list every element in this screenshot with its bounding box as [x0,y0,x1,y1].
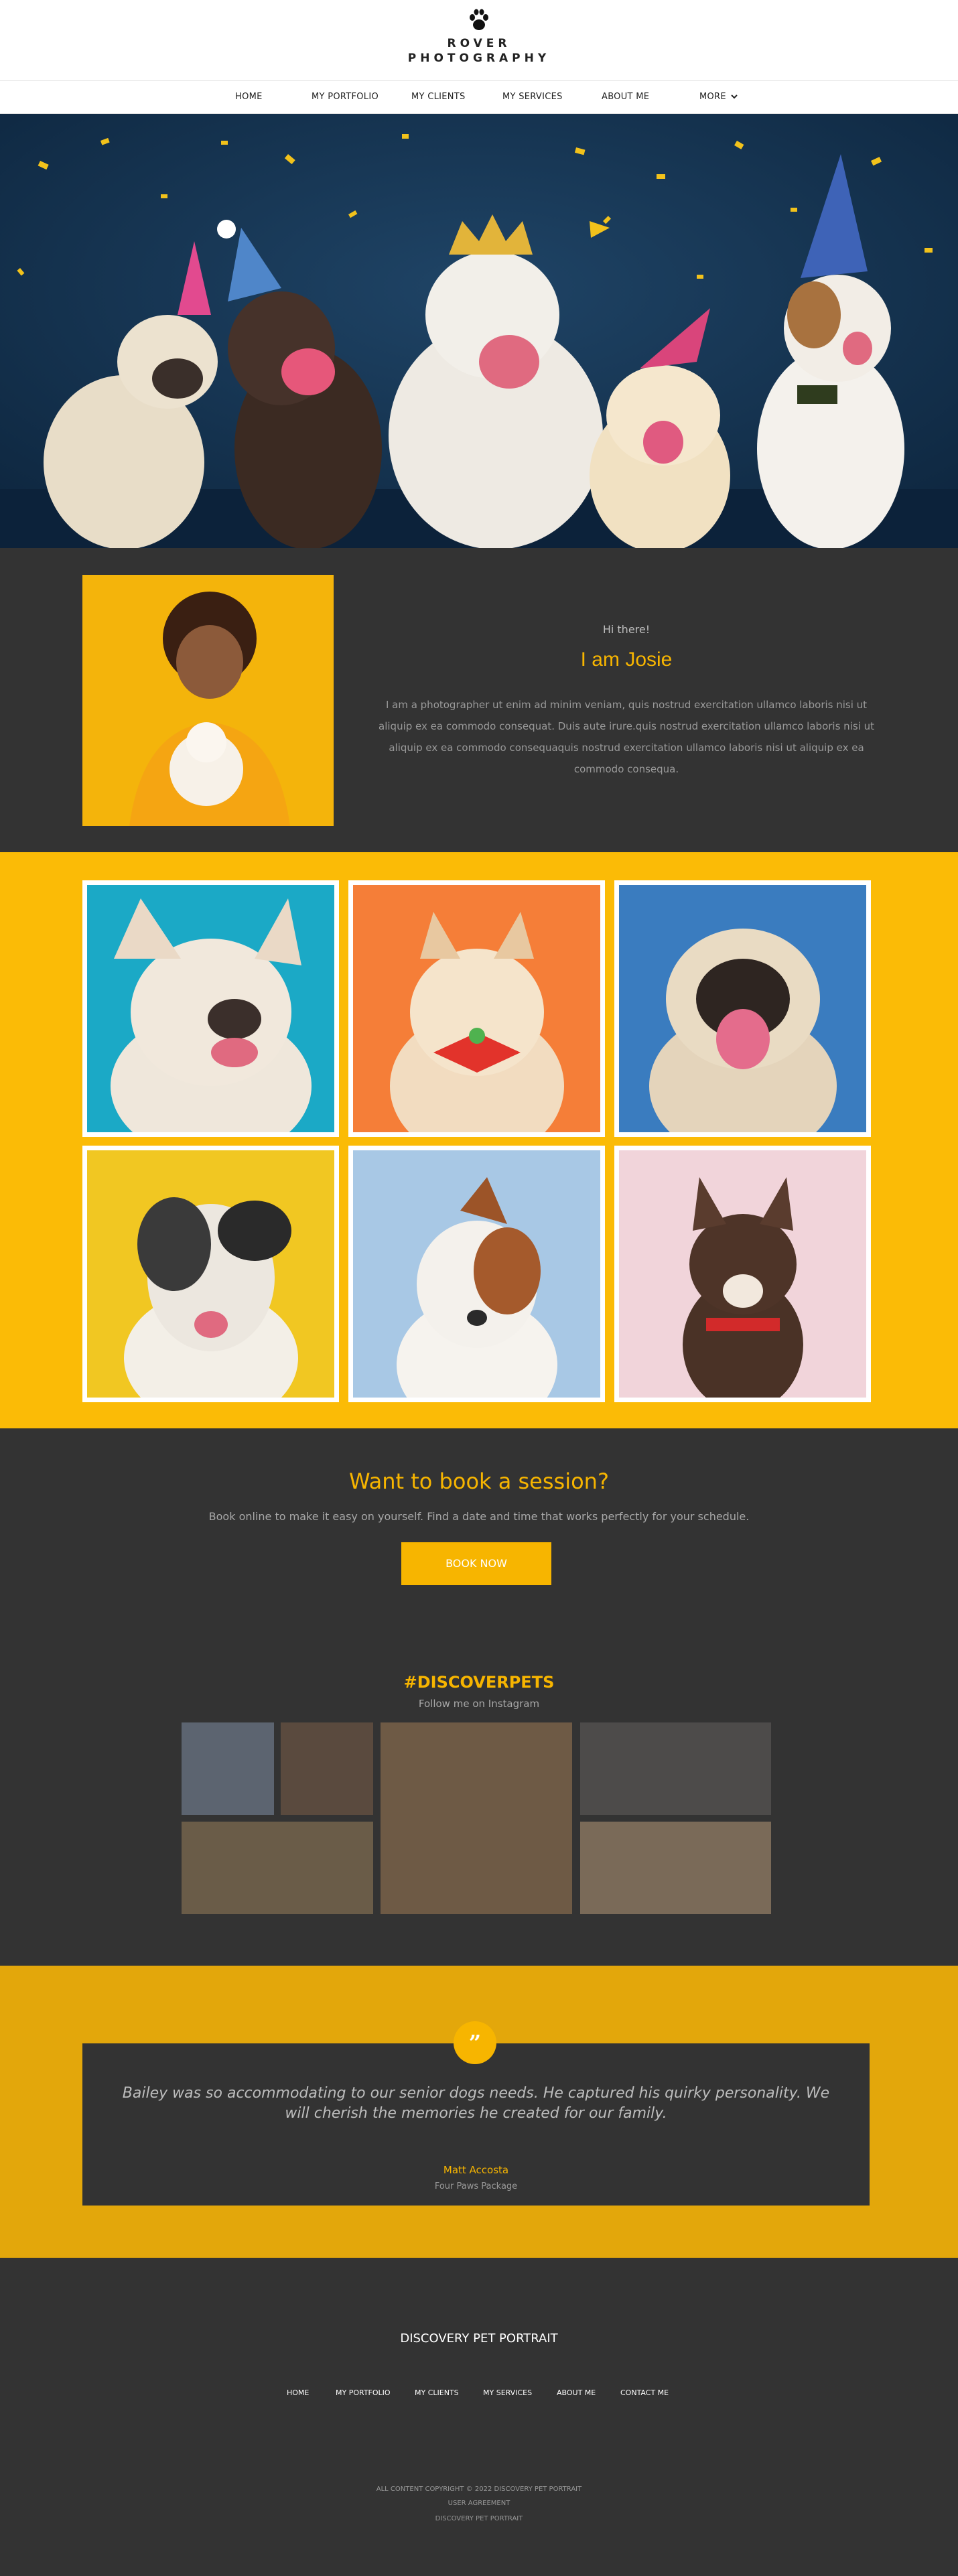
testimonial-package: Four Paws Package [434,2181,518,2191]
footer-link-services[interactable]: MY SERVICES [483,2388,532,2397]
instagram-hashtag: #DISCOVERPETS [403,1673,555,1692]
gallery-tile-merle-dog[interactable] [82,1146,339,1402]
paw-print-icon [470,9,488,30]
gallery-tile-chihuahua[interactable] [614,1146,871,1402]
user-agreement-link[interactable]: USER AGREEMENT [0,2500,958,2507]
portfolio-gallery [0,852,958,1428]
hero-banner [0,114,958,548]
gallery-tile-french-bulldog[interactable] [82,880,339,1137]
instagram-post[interactable] [580,1822,771,1914]
booking-section: Want to book a session? Book online to m… [0,1428,958,1743]
footer-link-home[interactable]: HOME [287,2388,309,2397]
footer-brand: DISCOVERY PET PORTRAIT [400,2331,558,2346]
photographer-photo [82,575,334,826]
copyright-text: ALL CONTENT COPYRIGHT © 2022 DISCOVERY P… [376,2486,582,2493]
instagram-post[interactable] [182,1822,373,1914]
book-now-button[interactable]: BOOK NOW [401,1542,551,1585]
site-footer: DISCOVERY PET PORTRAIT HOME MY PORTFOLIO… [0,2258,958,2576]
footer-site-name: DISCOVERY PET PORTRAIT [435,2515,523,2522]
chevron-down-icon [731,94,738,99]
about-section: Hi there! I am Josie I am a photographer… [0,548,958,852]
nav-clients[interactable]: MY CLIENTS [411,92,466,102]
gallery-tile-jack-russell[interactable] [348,1146,605,1402]
testimonial-card: Bailey was so accommodating to our senio… [82,2043,870,2206]
nav-more[interactable]: MORE [699,92,738,102]
booking-heading: Want to book a session? [349,1469,609,1494]
quote-icon: ” [454,2021,496,2064]
booking-subtitle: Book online to make it easy on yourself.… [208,1510,750,1523]
instagram-post[interactable] [381,1722,572,1914]
gallery-tile-pomeranian[interactable] [348,880,605,1137]
footer-link-portfolio[interactable]: MY PORTFOLIO [336,2388,391,2397]
brand-line-1: ROVER [447,37,511,50]
testimonial-quote: Bailey was so accommodating to our senio… [122,2085,830,2122]
main-nav: HOME MY PORTFOLIO MY CLIENTS MY SERVICES… [0,80,958,114]
nav-services[interactable]: MY SERVICES [502,92,563,102]
nav-home[interactable]: HOME [235,92,263,102]
site-header: ROVER PHOTOGRAPHY [0,0,958,80]
about-bio: I am a photographer ut enim ad minim ven… [379,699,874,775]
party-dogs-image [0,114,958,548]
nav-more-label: MORE [699,92,726,102]
footer-link-contact[interactable]: CONTACT ME [620,2388,669,2397]
brand-line-2: PHOTOGRAPHY [407,52,551,65]
gallery-tile-pug[interactable] [614,880,871,1137]
testimonial-section: Bailey was so accommodating to our senio… [0,1966,958,2258]
greeting-text: Hi there! [602,623,651,636]
brand-logo[interactable]: ROVER PHOTOGRAPHY [0,7,958,66]
testimonial-author: Matt Accosta [443,2164,509,2176]
instagram-post[interactable] [281,1722,373,1815]
footer-link-clients[interactable]: MY CLIENTS [415,2388,459,2397]
about-heading: I am Josie [580,649,673,671]
footer-link-about[interactable]: ABOUT ME [557,2388,596,2397]
nav-about[interactable]: ABOUT ME [602,92,649,102]
nav-portfolio[interactable]: MY PORTFOLIO [312,92,379,102]
instagram-post[interactable] [580,1722,771,1815]
instagram-feed [182,1722,771,1914]
instagram-follow-text[interactable]: Follow me on Instagram [0,1698,958,1710]
instagram-post[interactable] [182,1722,274,1815]
